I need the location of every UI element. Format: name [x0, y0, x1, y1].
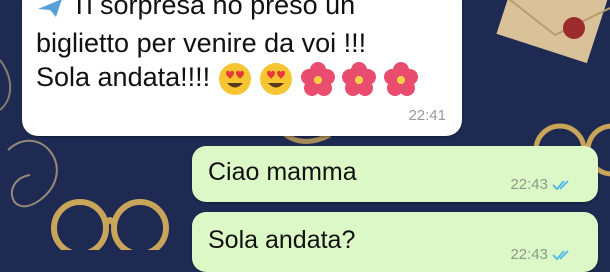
message-text: Sola andata? [208, 226, 356, 254]
message-timestamp: 22:41 [408, 107, 446, 124]
message-meta: 22:43 [510, 246, 574, 263]
hibiscus-emoji-icon [342, 62, 377, 96]
double-check-read-icon [552, 179, 569, 190]
message-line: biglietto per venire da voi !!! [36, 28, 367, 58]
message-line: Sola andata!!!! [36, 62, 418, 96]
message-timestamp: 22:43 [510, 176, 548, 193]
outgoing-message-bubble[interactable]: Ciao mamma 22:43 [192, 146, 598, 202]
message-meta: 22:43 [510, 176, 574, 193]
message-timestamp: 22:43 [510, 246, 548, 263]
hibiscus-emoji-icon [383, 62, 418, 96]
double-check-read-icon [552, 249, 569, 260]
airplane-icon [38, 0, 62, 17]
incoming-message-bubble[interactable]: Ti sorpresa ho preso un biglietto per ve… [22, 0, 462, 136]
outgoing-message-bubble[interactable]: Sola andata? 22:43 [192, 212, 598, 272]
message-text: Ti sorpresa ho preso un [71, 0, 356, 20]
message-text: Ciao mamma [208, 158, 357, 186]
heart-eyes-emoji-icon [260, 63, 293, 95]
message-text: Sola andata!!!! [36, 62, 211, 93]
heart-eyes-emoji-icon [218, 63, 251, 95]
hibiscus-emoji-icon [300, 62, 335, 96]
message-line: Ti sorpresa ho preso un [36, 0, 355, 21]
